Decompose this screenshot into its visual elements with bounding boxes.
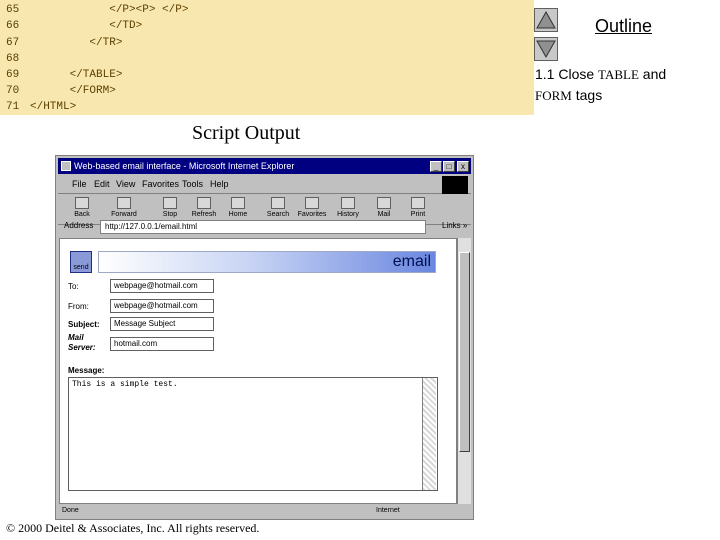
star-folder-icon: [305, 197, 319, 209]
menu-view[interactable]: View: [116, 179, 135, 189]
maximize-button[interactable]: □: [443, 161, 455, 172]
status-text: Done: [62, 507, 79, 514]
browser-title-bar[interactable]: Web-based email interface - Microsoft In…: [58, 158, 471, 174]
to-label: To:: [68, 282, 79, 291]
message-scrollbar[interactable]: [422, 378, 436, 490]
menu-bar: File Edit View Favorites Tools Help: [58, 176, 471, 194]
menu-help[interactable]: Help: [210, 179, 229, 189]
triangle-down-icon: [536, 40, 556, 59]
message-label: Message:: [68, 366, 105, 375]
previous-slide-button[interactable]: [534, 8, 558, 32]
send-button[interactable]: send: [70, 251, 92, 273]
page-viewport: send email To: webpage@hotmail.com From:…: [59, 238, 457, 504]
from-label: From:: [68, 302, 89, 311]
links-button[interactable]: Links »: [442, 221, 467, 230]
menu-favorites[interactable]: Favorites: [142, 179, 179, 189]
to-field[interactable]: webpage@hotmail.com: [110, 279, 214, 293]
subject-field[interactable]: Message Subject: [110, 317, 214, 331]
printer-icon: [411, 197, 425, 209]
outline-item: 1.1 Close TABLE and FORM tags: [535, 66, 667, 103]
back-arrow-icon: [75, 197, 89, 209]
from-field[interactable]: webpage@hotmail.com: [110, 299, 214, 313]
browser-window: Web-based email interface - Microsoft In…: [55, 155, 474, 520]
scrollbar-thumb[interactable]: [459, 252, 470, 452]
menu-edit[interactable]: Edit: [94, 179, 110, 189]
address-bar: Address http://127.0.0.1/email.html Link…: [58, 218, 471, 236]
address-input[interactable]: http://127.0.0.1/email.html: [100, 220, 426, 234]
mail-server-label-line2: Server:: [68, 343, 96, 352]
search-icon: [271, 197, 285, 209]
next-slide-button[interactable]: [534, 37, 558, 61]
forward-arrow-icon: [117, 197, 131, 209]
message-textarea[interactable]: This is a simple test.: [68, 377, 438, 491]
menu-file[interactable]: File: [72, 179, 87, 189]
stop-icon: [163, 197, 177, 209]
browser-title: Web-based email interface - Microsoft In…: [74, 161, 295, 171]
menu-tools[interactable]: Tools: [182, 179, 203, 189]
script-output-heading: Script Output: [192, 122, 301, 144]
code-listing-panel: 65 </P><P> </P> 66 </TD> 67 </TR> 68 69 …: [0, 0, 534, 115]
close-button[interactable]: x: [457, 161, 469, 172]
outline-link[interactable]: Outline: [595, 16, 652, 37]
history-icon: [341, 197, 355, 209]
page-scrollbar[interactable]: [457, 238, 471, 504]
subject-label: Subject:: [68, 320, 100, 329]
copyright-notice: © 2000 Deitel & Associates, Inc. All rig…: [6, 521, 260, 535]
status-bar: Done Internet: [58, 506, 471, 518]
windows-logo-icon: [442, 176, 468, 194]
address-label: Address: [64, 221, 94, 230]
zone-text: Internet: [376, 507, 400, 514]
home-icon: [231, 197, 245, 209]
refresh-icon: [197, 197, 211, 209]
mail-server-field[interactable]: hotmail.com: [110, 337, 214, 351]
minimize-button[interactable]: _: [430, 161, 442, 172]
triangle-up-icon: [536, 10, 556, 29]
mail-server-label-line1: Mail: [68, 333, 84, 342]
ie-logo-icon: [61, 161, 71, 171]
email-banner: email: [98, 251, 436, 273]
mail-icon: [377, 197, 391, 209]
